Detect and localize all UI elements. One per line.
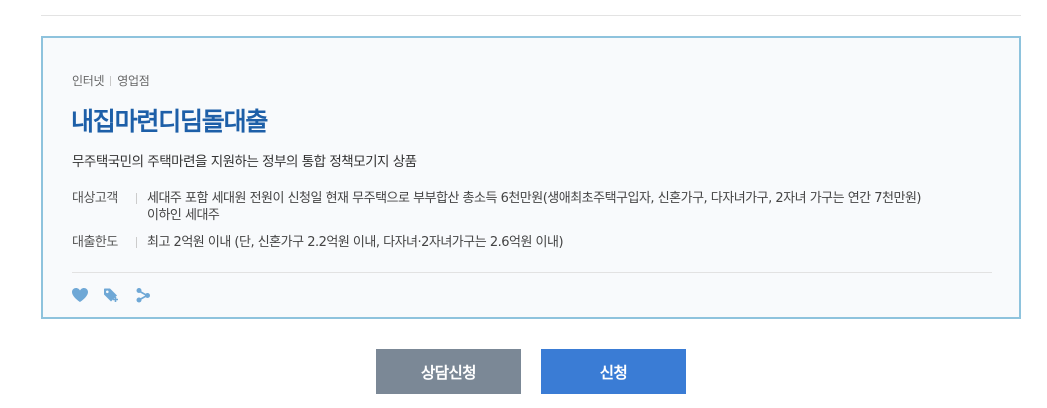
product-card: 인터넷 영업점 내집마련디딤돌대출 무주택국민의 주택마련을 지원하는 정부의 … [41,36,1021,319]
channel-branch: 영업점 [117,74,150,88]
channel-list: 인터넷 영업점 [72,72,150,89]
card-divider [72,272,992,273]
section-divider [41,15,1021,16]
target-value-line2: 이하인 세대주 [147,208,220,223]
apply-button[interactable]: 신청 [541,349,686,394]
share-icon[interactable] [135,287,151,303]
tag-add-icon[interactable] [103,287,121,303]
info-row-target: 대상고객 세대주 포함 세대원 전원이 신청일 현재 무주택으로 부부합산 총소… [72,190,1002,224]
channel-internet: 인터넷 [72,74,105,88]
limit-label: 대출한도 [72,235,118,250]
limit-value: 최고 2억원 이내 (단, 신혼가구 2.2억원 이내, 다자녀·2자녀가구는 … [147,235,564,250]
channel-separator [110,75,112,86]
info-row-limit: 대출한도 최고 2억원 이내 (단, 신혼가구 2.2억원 이내, 다자녀·2자… [72,234,1002,251]
heart-icon[interactable] [71,287,89,303]
product-title[interactable]: 내집마련디딤돌대출 [71,102,268,138]
card-actions [71,287,151,303]
product-description: 무주택국민의 주택마련을 지원하는 정부의 통합 정책모기지 상품 [72,154,417,170]
label-separator [136,237,137,248]
target-value: 세대주 포함 세대원 전원이 신청일 현재 무주택으로 부부합산 총소득 6천만… [147,190,921,224]
label-separator [136,193,137,204]
target-value-line1: 세대주 포함 세대원 전원이 신청일 현재 무주택으로 부부합산 총소득 6천만… [147,191,921,206]
consult-request-button[interactable]: 상담신청 [376,349,521,394]
target-label: 대상고객 [72,191,118,206]
